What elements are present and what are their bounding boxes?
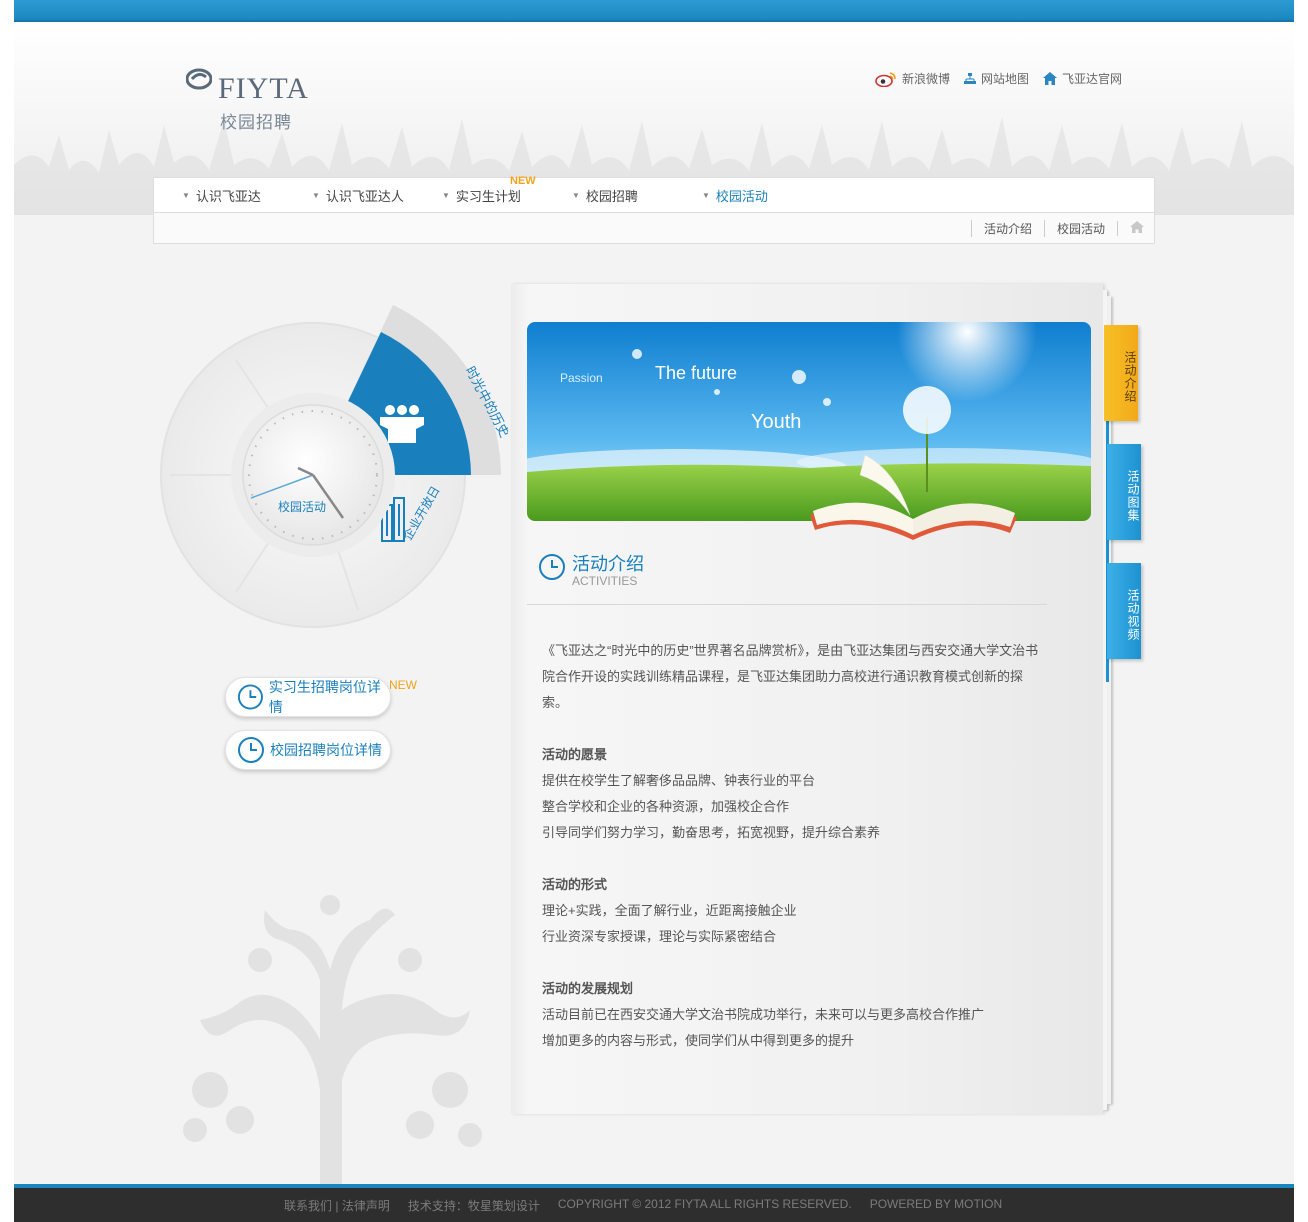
tab-activity-video[interactable]: 活动视频 <box>1107 563 1141 659</box>
tech-support: 技术支持：牧星策划设计 <box>407 1199 540 1213</box>
official-site-label: 飞亚达官网 <box>1061 72 1122 86</box>
logo-subtitle: 校园招聘 <box>220 113 292 132</box>
contact-link[interactable]: 联系我们 <box>284 1199 332 1213</box>
main-nav: ▼ 认识飞亚达 ▼ 认识飞亚达人 ▼ 实习生计划 NEW ▼ 校园招聘 ▼ 校园活动 <box>153 175 1155 213</box>
block-line: 增加更多的内容与形式，使同学们从中得到更多的提升 <box>542 1033 855 1048</box>
clock-icon <box>238 737 264 763</box>
breadcrumb-campus-activity[interactable]: 校园活动 <box>1043 220 1117 237</box>
section-title: 活动介绍 <box>572 554 644 574</box>
block-line: 引导同学们努力学习，勤奋思考，拓宽视野，提升综合素养 <box>542 825 881 840</box>
intro-paragraph: 《飞亚达之“时光中的历史”世界著名品牌赏析》，是由飞亚达集团与西安交通大学文治书… <box>542 643 1039 710</box>
powered-by: POWERED BY MOTION <box>869 1197 1003 1211</box>
banner-word-passion: Passion <box>560 371 603 385</box>
weibo-link[interactable]: 新浪微博 <box>875 70 950 87</box>
home-icon <box>1042 72 1057 85</box>
breadcrumb: 活动介绍 校园活动 <box>970 220 1144 237</box>
clock-icon <box>539 554 565 580</box>
chevron-down-icon: ▼ <box>182 190 190 200</box>
nav-item-campus-recruit[interactable]: ▼ 校园招聘 <box>544 186 674 205</box>
chevron-down-icon: ▼ <box>572 190 580 200</box>
block-heading: 活动的发展规划 <box>542 981 634 996</box>
nav-item-about-fiyta[interactable]: ▼ 认识飞亚达 <box>154 186 284 205</box>
weibo-label: 新浪微博 <box>901 72 950 86</box>
chevron-down-icon: ▼ <box>312 190 320 200</box>
chevron-down-icon: ▼ <box>702 190 710 200</box>
breadcrumb-home[interactable] <box>1117 221 1144 236</box>
nav-label: 校园活动 <box>715 188 768 204</box>
footer-separator: | <box>335 1199 339 1213</box>
sitemap-link[interactable]: 网站地图 <box>963 70 1029 87</box>
nav-label: 校园招聘 <box>585 188 638 204</box>
tab-activity-intro[interactable]: 活动介绍 <box>1104 325 1138 421</box>
home-icon <box>1130 221 1144 233</box>
intern-jobs-button[interactable]: 实习生招聘岗位详情 <box>225 677 391 717</box>
block-heading: 活动的愿景 <box>542 747 608 762</box>
legal-link[interactable]: 法律声明 <box>342 1199 390 1213</box>
clock-label: 校园活动 <box>278 499 326 514</box>
logo-wordmark: FIYTA <box>218 72 309 105</box>
banner-word-future: The future <box>655 363 737 383</box>
clock-icon <box>237 684 263 710</box>
new-badge: NEW <box>510 174 536 187</box>
block-line: 整合学校和企业的各种资源，加强校企合作 <box>542 799 790 814</box>
intern-jobs-label: 实习生招聘岗位详情 <box>268 679 381 715</box>
section-subtitle: ACTIVITIES <box>572 574 638 588</box>
top-bar <box>14 0 1294 22</box>
weibo-icon <box>875 71 896 87</box>
block-line: 活动目前已在西安交通大学文治书院成功举行，未来可以与更多高校合作推广 <box>542 1007 985 1022</box>
copyright: COPYRIGHT © 2012 FIYTA ALL RIGHTS RESERV… <box>557 1197 852 1211</box>
top-links: 新浪微博 网站地图 飞亚达官网 <box>875 70 1122 87</box>
nav-label: 认识飞亚达人 <box>325 188 404 204</box>
block-line: 理论+实践，全面了解行业，近距离接触企业 <box>542 903 797 918</box>
block-line: 提供在校学生了解奢侈品品牌、钟表行业的平台 <box>542 773 816 788</box>
tree-decoration <box>183 895 482 1190</box>
chevron-down-icon: ▼ <box>442 190 450 200</box>
book-illustration <box>810 454 1017 540</box>
new-badge: NEW <box>389 678 417 692</box>
sub-nav: 活动介绍 校园活动 <box>153 213 1155 244</box>
block-line: 行业资深专家授课，理论与实际紧密结合 <box>542 929 777 944</box>
footer-content: 联系我们 | 法律声明 技术支持：牧星策划设计 COPYRIGHT © 2012… <box>284 1197 1002 1214</box>
nav-label: 认识飞亚达 <box>195 188 261 204</box>
activity-wheel: 时光中的历史 企业开放日 校园活动 <box>160 305 508 628</box>
logo-mark-icon <box>186 68 212 90</box>
footer: 联系我们 | 法律声明 技术支持：牧星策划设计 COPYRIGHT © 2012… <box>14 1184 1294 1222</box>
sitemap-icon <box>963 72 976 84</box>
nav-item-about-people[interactable]: ▼ 认识飞亚达人 <box>284 186 414 205</box>
sitemap-label: 网站地图 <box>980 72 1029 86</box>
banner-word-youth: Youth <box>751 411 801 433</box>
breadcrumb-activity-intro[interactable]: 活动介绍 <box>970 220 1044 237</box>
nav-label: 实习生计划 <box>455 188 521 204</box>
block-heading: 活动的形式 <box>542 877 608 892</box>
campus-jobs-label: 校园招聘岗位详情 <box>270 742 382 758</box>
tab-activity-gallery[interactable]: 活动图集 <box>1107 444 1141 540</box>
campus-jobs-button[interactable]: 校园招聘岗位详情 <box>225 730 391 770</box>
official-site-link[interactable]: 飞亚达官网 <box>1042 70 1122 87</box>
nav-item-campus-activity[interactable]: ▼ 校园活动 <box>674 186 804 205</box>
nav-item-internship[interactable]: ▼ 实习生计划 NEW <box>414 175 544 205</box>
section-divider <box>527 604 1047 605</box>
activity-description: 《飞亚达之“时光中的历史”世界著名品牌赏析》，是由飞亚达集团与西安交通大学文治书… <box>542 638 1042 1054</box>
